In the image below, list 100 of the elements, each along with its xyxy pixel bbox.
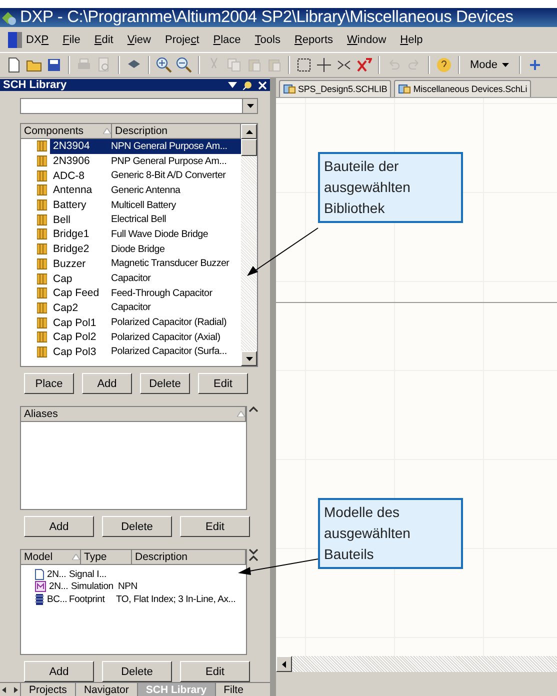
callout-box: Modelle des ausgewählten Bauteils bbox=[318, 498, 463, 569]
pin-icon[interactable] bbox=[243, 80, 252, 90]
sort-icon bbox=[103, 128, 111, 134]
library-icon bbox=[37, 228, 47, 240]
menu-item[interactable]: Edit bbox=[94, 34, 114, 46]
component-row[interactable]: Antenna Generic Antenna bbox=[21, 183, 241, 198]
component-row[interactable]: Bridge2 Diode Bridge bbox=[21, 242, 241, 256]
table-cell-text: Cap bbox=[52, 272, 74, 286]
column-header[interactable]: Description bbox=[132, 550, 246, 564]
table-cell-text: Multicell Battery bbox=[110, 198, 177, 212]
component-row[interactable]: ADC-8 Generic 8-Bit A/D Converter bbox=[21, 168, 241, 184]
new-file-icon[interactable] bbox=[6, 57, 22, 73]
table-cell-text: Antenna bbox=[52, 183, 94, 198]
menu-item[interactable]: File bbox=[62, 34, 80, 46]
sort-icon bbox=[72, 554, 80, 560]
dxp-logo-icon bbox=[8, 32, 22, 48]
menu-item[interactable]: Project bbox=[165, 34, 200, 46]
save-icon[interactable] bbox=[46, 57, 62, 73]
panel-button[interactable]: Edit bbox=[180, 516, 250, 537]
component-row[interactable]: Battery Multicell Battery bbox=[21, 198, 241, 212]
table-cell: Signal I... bbox=[69, 568, 106, 580]
panel-button[interactable]: Edit bbox=[180, 661, 250, 682]
help-icon[interactable] bbox=[436, 57, 452, 73]
component-row[interactable]: Cap Capacitor bbox=[21, 271, 241, 286]
table-cell-text: Generic Antenna bbox=[110, 184, 182, 198]
menu-item[interactable]: View bbox=[127, 34, 151, 46]
table-cell-text: 2N3906 bbox=[52, 154, 91, 168]
move-icon[interactable] bbox=[316, 57, 332, 73]
callout-box: Bauteile der ausgewählten Bibliothek bbox=[318, 152, 463, 223]
tab-scroll-icon[interactable] bbox=[0, 684, 20, 696]
library-icon bbox=[37, 155, 47, 168]
zoom-in-icon[interactable] bbox=[156, 57, 172, 73]
library-icon bbox=[37, 302, 47, 314]
table-cell-text: Bridge2 bbox=[52, 242, 90, 256]
component-row[interactable]: Cap Feed Feed-Through Capacitor bbox=[21, 286, 241, 301]
scroll-bar[interactable] bbox=[276, 656, 557, 672]
table-cell-text: Full Wave Diode Bridge bbox=[110, 228, 210, 242]
library-icon bbox=[37, 272, 47, 285]
menu-item[interactable]: Help bbox=[400, 34, 423, 46]
component-row[interactable]: Cap Pol2 Polarized Capacitor (Axial) bbox=[21, 330, 241, 345]
library-icon bbox=[37, 199, 47, 212]
document-tab[interactable]: SPS_Design5.SCHLIB bbox=[279, 80, 392, 97]
close-icon[interactable] bbox=[258, 80, 267, 90]
arrow bbox=[247, 228, 318, 276]
scroll-bar[interactable] bbox=[241, 124, 257, 366]
table-cell-text: BC... bbox=[47, 594, 68, 605]
column-header[interactable]: Model bbox=[21, 550, 81, 564]
component-row[interactable]: Cap Pol1 Polarized Capacitor (Radial) bbox=[21, 315, 241, 330]
chip-icon bbox=[35, 594, 44, 605]
column-header[interactable]: Components bbox=[21, 124, 112, 138]
panel-title: SCH Library bbox=[3, 79, 68, 91]
component-row[interactable]: Cap Pol3 Polarized Capacitor (Surfa... bbox=[21, 344, 241, 360]
component-row[interactable]: 2N3904 NPN General Purpose Am... bbox=[21, 139, 241, 154]
table-cell-text: Bell bbox=[52, 212, 72, 228]
panel-button[interactable]: Delete bbox=[102, 661, 172, 682]
collapse-icon[interactable] bbox=[249, 406, 258, 412]
library-icon bbox=[37, 331, 47, 344]
menu-item[interactable]: Place bbox=[213, 34, 241, 46]
window-title: DXP - C:\Programme\Altium2004 SP2\Library\Miscellaneous Devices bbox=[20, 8, 514, 27]
component-row[interactable]: 2N3906 PNP General Purpose Am... bbox=[21, 154, 241, 168]
panel-button[interactable]: Place bbox=[24, 373, 74, 394]
component-row[interactable]: Bridge1 Full Wave Diode Bridge bbox=[21, 227, 241, 242]
table-cell-text: Polarized Capacitor (Surfa... bbox=[110, 345, 228, 360]
select-icon[interactable] bbox=[296, 57, 312, 73]
dropdown-icon[interactable] bbox=[228, 82, 237, 88]
panel-button[interactable]: Add bbox=[24, 661, 94, 682]
table-cell-text: Polarized Capacitor (Axial) bbox=[110, 330, 222, 345]
component-row[interactable]: Cap2 Capacitor bbox=[21, 300, 241, 316]
library-icon bbox=[37, 346, 47, 358]
table-cell: NPN bbox=[118, 581, 138, 592]
panel-button[interactable]: Edit bbox=[198, 373, 248, 394]
column-header[interactable]: Type bbox=[81, 550, 132, 564]
component-row[interactable]: Buzzer Magnetic Transducer Buzzer bbox=[21, 256, 241, 272]
collapse-icon[interactable] bbox=[249, 549, 258, 561]
panel-button[interactable]: Add bbox=[24, 516, 94, 537]
table-cell-text: Cap Pol3 bbox=[52, 344, 98, 360]
table-cell-text: Feed-Through Capacitor bbox=[110, 286, 214, 301]
panel-button[interactable]: Delete bbox=[102, 516, 172, 537]
panel-button[interactable]: Add bbox=[82, 373, 132, 394]
simulation-model-icon bbox=[35, 581, 46, 592]
zoom-out-icon[interactable] bbox=[176, 57, 192, 73]
clear-filter-icon[interactable] bbox=[356, 57, 372, 73]
table-cell-text: PNP General Purpose Am... bbox=[110, 154, 228, 168]
schematic-library-icon bbox=[398, 83, 412, 95]
mode-dropdown[interactable]: Mode bbox=[466, 55, 513, 75]
panel-button[interactable]: Delete bbox=[140, 373, 190, 394]
caret-icon bbox=[502, 63, 509, 67]
table-cell-text: Battery bbox=[52, 198, 88, 212]
menu-item[interactable]: Window bbox=[347, 34, 386, 46]
component-row[interactable]: Bell Electrical Bell bbox=[21, 212, 241, 228]
filter-field[interactable] bbox=[20, 98, 258, 114]
library-icon bbox=[37, 258, 47, 270]
table-cell: NPN General Purpose Am... bbox=[108, 139, 241, 154]
menu-item[interactable]: DXP bbox=[26, 34, 49, 46]
table-cell-text: Cap2 bbox=[52, 300, 80, 316]
menu-item[interactable]: Reports bbox=[294, 34, 333, 46]
menu-item[interactable]: Tools bbox=[254, 34, 280, 46]
schematic-library-icon bbox=[283, 83, 296, 95]
column-header[interactable]: Aliases bbox=[21, 407, 246, 421]
document-tab[interactable]: Miscellaneous Devices.SchLi bbox=[394, 80, 532, 97]
